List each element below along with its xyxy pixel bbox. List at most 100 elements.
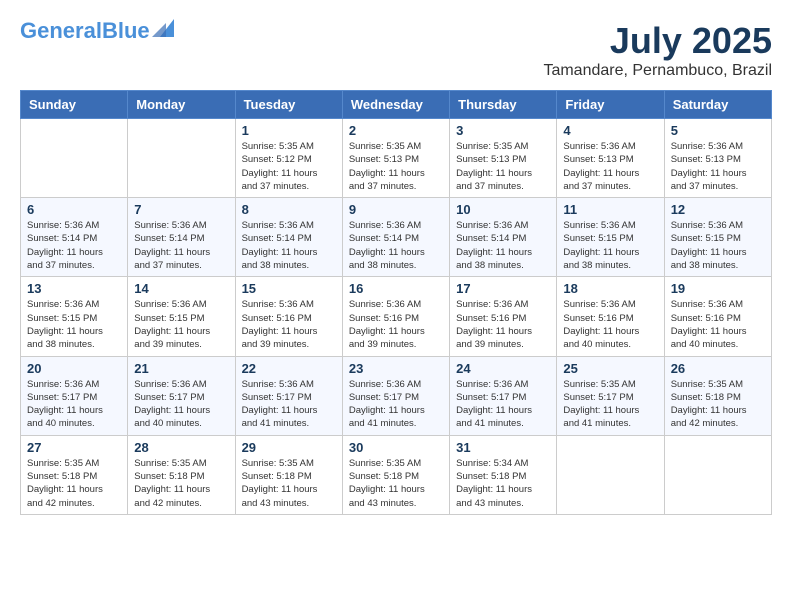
calendar-table: SundayMondayTuesdayWednesdayThursdayFrid… <box>20 90 772 515</box>
calendar-header-monday: Monday <box>128 91 235 119</box>
day-info: Sunrise: 5:36 AM Sunset: 5:15 PM Dayligh… <box>563 219 657 272</box>
day-number: 31 <box>456 440 550 455</box>
calendar-header-sunday: Sunday <box>21 91 128 119</box>
calendar-cell: 14 Sunrise: 5:36 AM Sunset: 5:15 PM Dayli… <box>128 277 235 356</box>
calendar-cell: 18 Sunrise: 5:36 AM Sunset: 5:16 PM Dayli… <box>557 277 664 356</box>
day-info: Sunrise: 5:36 AM Sunset: 5:15 PM Dayligh… <box>134 298 228 351</box>
calendar-cell: 13 Sunrise: 5:36 AM Sunset: 5:15 PM Dayli… <box>21 277 128 356</box>
calendar-cell: 12Sunrise: 5:36 AM Sunset: 5:15 PM Dayli… <box>664 198 771 277</box>
day-info: Sunrise: 5:35 AM Sunset: 5:18 PM Dayligh… <box>134 457 228 510</box>
day-number: 27 <box>27 440 121 455</box>
day-number: 13 <box>27 281 121 296</box>
day-number: 3 <box>456 123 550 138</box>
day-number: 16 <box>349 281 443 296</box>
day-number: 24 <box>456 361 550 376</box>
calendar-cell: 31 Sunrise: 5:34 AM Sunset: 5:18 PM Dayli… <box>450 435 557 514</box>
calendar-week-2: 6 Sunrise: 5:36 AM Sunset: 5:14 PM Daylig… <box>21 198 772 277</box>
calendar-header-tuesday: Tuesday <box>235 91 342 119</box>
day-info: Sunrise: 5:36 AM Sunset: 5:17 PM Dayligh… <box>242 378 336 431</box>
calendar-cell: 28 Sunrise: 5:35 AM Sunset: 5:18 PM Dayli… <box>128 435 235 514</box>
day-info: Sunrise: 5:35 AM Sunset: 5:18 PM Dayligh… <box>349 457 443 510</box>
day-number: 6 <box>27 202 121 217</box>
day-info: Sunrise: 5:36 AM Sunset: 5:17 PM Dayligh… <box>456 378 550 431</box>
day-number: 2 <box>349 123 443 138</box>
day-info: Sunrise: 5:36 AM Sunset: 5:17 PM Dayligh… <box>349 378 443 431</box>
location: Tamandare, Pernambuco, Brazil <box>543 62 772 80</box>
calendar-cell: 25 Sunrise: 5:35 AM Sunset: 5:17 PM Dayli… <box>557 356 664 435</box>
logo-icon <box>152 19 174 37</box>
day-info: Sunrise: 5:36 AM Sunset: 5:15 PM Dayligh… <box>27 298 121 351</box>
calendar-header-saturday: Saturday <box>664 91 771 119</box>
day-number: 30 <box>349 440 443 455</box>
calendar-cell: 10 Sunrise: 5:36 AM Sunset: 5:14 PM Dayli… <box>450 198 557 277</box>
day-info: Sunrise: 5:36 AM Sunset: 5:16 PM Dayligh… <box>456 298 550 351</box>
page-header: GeneralBlue July 2025 Tamandare, Pernamb… <box>20 20 772 80</box>
calendar-week-4: 20 Sunrise: 5:36 AM Sunset: 5:17 PM Dayli… <box>21 356 772 435</box>
day-info: Sunrise: 5:35 AM Sunset: 5:13 PM Dayligh… <box>349 140 443 193</box>
calendar-cell: 11 Sunrise: 5:36 AM Sunset: 5:15 PM Dayli… <box>557 198 664 277</box>
day-info: Sunrise: 5:36 AM Sunset: 5:16 PM Dayligh… <box>242 298 336 351</box>
day-number: 21 <box>134 361 228 376</box>
calendar-week-1: 1 Sunrise: 5:35 AM Sunset: 5:12 PM Daylig… <box>21 119 772 198</box>
day-info: Sunrise: 5:36 AM Sunset: 5:16 PM Dayligh… <box>563 298 657 351</box>
day-number: 22 <box>242 361 336 376</box>
calendar-cell: 21Sunrise: 5:36 AM Sunset: 5:17 PM Dayli… <box>128 356 235 435</box>
day-info: Sunrise: 5:36 AM Sunset: 5:14 PM Dayligh… <box>27 219 121 272</box>
day-number: 29 <box>242 440 336 455</box>
day-number: 20 <box>27 361 121 376</box>
day-number: 26 <box>671 361 765 376</box>
calendar-cell: 20 Sunrise: 5:36 AM Sunset: 5:17 PM Dayli… <box>21 356 128 435</box>
day-number: 8 <box>242 202 336 217</box>
day-info: Sunrise: 5:35 AM Sunset: 5:17 PM Dayligh… <box>563 378 657 431</box>
calendar-cell: 24 Sunrise: 5:36 AM Sunset: 5:17 PM Dayli… <box>450 356 557 435</box>
day-number: 5 <box>671 123 765 138</box>
calendar-cell: 23 Sunrise: 5:36 AM Sunset: 5:17 PM Dayli… <box>342 356 449 435</box>
day-number: 1 <box>242 123 336 138</box>
day-number: 15 <box>242 281 336 296</box>
day-number: 11 <box>563 202 657 217</box>
calendar-cell: 17 Sunrise: 5:36 AM Sunset: 5:16 PM Dayli… <box>450 277 557 356</box>
day-number: 14 <box>134 281 228 296</box>
day-info: Sunrise: 5:35 AM Sunset: 5:18 PM Dayligh… <box>242 457 336 510</box>
calendar-cell: 15 Sunrise: 5:36 AM Sunset: 5:16 PM Dayli… <box>235 277 342 356</box>
day-info: Sunrise: 5:36 AM Sunset: 5:14 PM Dayligh… <box>456 219 550 272</box>
calendar-cell: 1 Sunrise: 5:35 AM Sunset: 5:12 PM Daylig… <box>235 119 342 198</box>
day-info: Sunrise: 5:35 AM Sunset: 5:18 PM Dayligh… <box>671 378 765 431</box>
day-info: Sunrise: 5:36 AM Sunset: 5:14 PM Dayligh… <box>242 219 336 272</box>
day-number: 7 <box>134 202 228 217</box>
day-number: 18 <box>563 281 657 296</box>
day-number: 12 <box>671 202 765 217</box>
day-info: Sunrise: 5:34 AM Sunset: 5:18 PM Dayligh… <box>456 457 550 510</box>
day-info: Sunrise: 5:35 AM Sunset: 5:12 PM Dayligh… <box>242 140 336 193</box>
day-info: Sunrise: 5:36 AM Sunset: 5:17 PM Dayligh… <box>27 378 121 431</box>
calendar-cell: 5 Sunrise: 5:36 AM Sunset: 5:13 PM Daylig… <box>664 119 771 198</box>
day-number: 25 <box>563 361 657 376</box>
calendar-cell: 9Sunrise: 5:36 AM Sunset: 5:14 PM Daylig… <box>342 198 449 277</box>
day-info: Sunrise: 5:35 AM Sunset: 5:18 PM Dayligh… <box>27 457 121 510</box>
day-number: 10 <box>456 202 550 217</box>
logo-general: General <box>20 18 102 43</box>
calendar-cell: 26 Sunrise: 5:35 AM Sunset: 5:18 PM Dayli… <box>664 356 771 435</box>
logo-blue: Blue <box>102 18 150 43</box>
day-number: 28 <box>134 440 228 455</box>
calendar-cell: 2 Sunrise: 5:35 AM Sunset: 5:13 PM Daylig… <box>342 119 449 198</box>
calendar-week-5: 27 Sunrise: 5:35 AM Sunset: 5:18 PM Dayli… <box>21 435 772 514</box>
calendar-cell <box>557 435 664 514</box>
title-section: July 2025 Tamandare, Pernambuco, Brazil <box>543 20 772 80</box>
day-info: Sunrise: 5:36 AM Sunset: 5:16 PM Dayligh… <box>349 298 443 351</box>
day-number: 19 <box>671 281 765 296</box>
day-number: 23 <box>349 361 443 376</box>
calendar-header-friday: Friday <box>557 91 664 119</box>
day-number: 17 <box>456 281 550 296</box>
calendar-cell: 29 Sunrise: 5:35 AM Sunset: 5:18 PM Dayli… <box>235 435 342 514</box>
calendar-cell: 7 Sunrise: 5:36 AM Sunset: 5:14 PM Daylig… <box>128 198 235 277</box>
logo-text: GeneralBlue <box>20 20 150 42</box>
calendar-week-3: 13 Sunrise: 5:36 AM Sunset: 5:15 PM Dayli… <box>21 277 772 356</box>
day-info: Sunrise: 5:36 AM Sunset: 5:13 PM Dayligh… <box>671 140 765 193</box>
day-number: 9 <box>349 202 443 217</box>
calendar-cell: 6 Sunrise: 5:36 AM Sunset: 5:14 PM Daylig… <box>21 198 128 277</box>
calendar-header-row: SundayMondayTuesdayWednesdayThursdayFrid… <box>21 91 772 119</box>
calendar-header-thursday: Thursday <box>450 91 557 119</box>
day-info: Sunrise: 5:36 AM Sunset: 5:14 PM Dayligh… <box>134 219 228 272</box>
calendar-header-wednesday: Wednesday <box>342 91 449 119</box>
